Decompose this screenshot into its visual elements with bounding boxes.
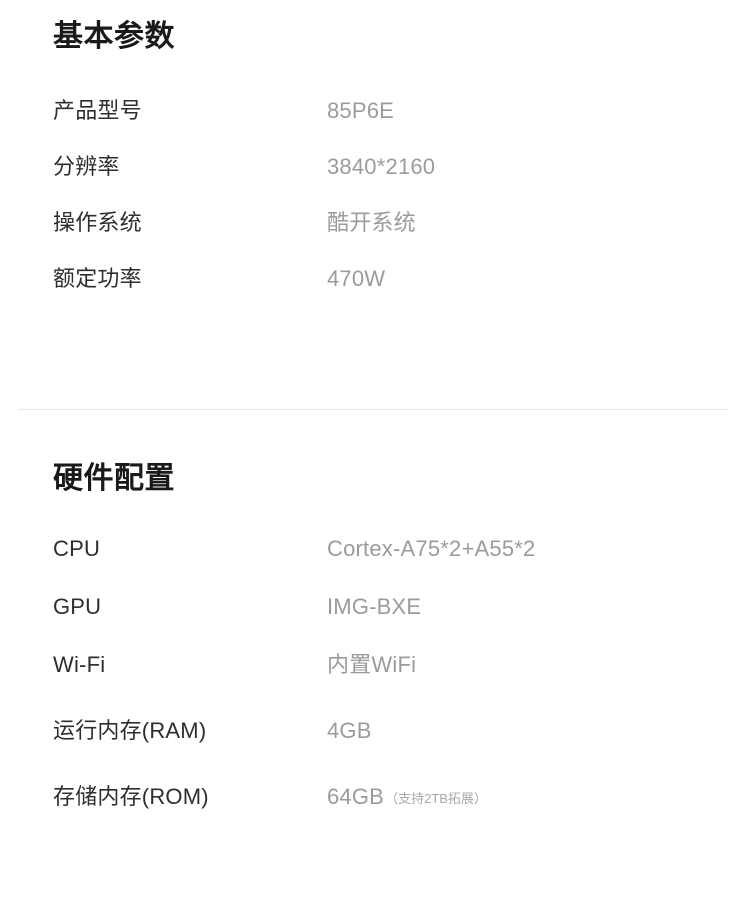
spec-label: 运行内存(RAM) [53, 718, 207, 743]
spec-value: 85P6E [327, 96, 394, 126]
section-title-basic-parameters: 基本参数 [53, 20, 175, 53]
spec-value: Cortex-A75*2+A55*2 [327, 534, 535, 564]
section-divider [18, 409, 728, 410]
spec-row: 运行内存(RAM) 4GB [0, 716, 746, 782]
spec-value-text: 85P6E [327, 98, 395, 123]
spec-value-text: Cortex-A75*2+A55*2 [327, 536, 536, 561]
spec-value-text: 内置WiFi [327, 652, 417, 677]
section-hardware-configuration: 硬件配置 CPU Cortex-A75*2+A55*2 GPU IMG-BXE … [0, 440, 746, 848]
spec-row: 操作系统 酷开系统 [0, 208, 746, 264]
spec-value-text: 470W [327, 266, 386, 291]
spec-label: 存储内存(ROM) [53, 784, 209, 809]
spec-label: 操作系统 [53, 210, 142, 235]
spec-value: 内置WiFi [327, 650, 416, 680]
spec-label: 产品型号 [53, 98, 142, 123]
spec-list-hardware-configuration: CPU Cortex-A75*2+A55*2 GPU IMG-BXE Wi-Fi… [0, 534, 746, 848]
spec-row: CPU Cortex-A75*2+A55*2 [0, 534, 746, 592]
spec-label: Wi-Fi [53, 652, 106, 677]
spec-row: 额定功率 470W [0, 264, 746, 320]
spec-value: IMG-BXE [327, 592, 421, 622]
spec-row: GPU IMG-BXE [0, 592, 746, 650]
spec-value-note: （支持2TB拓展） [385, 791, 487, 806]
spec-value-text: 酷开系统 [327, 210, 416, 235]
spec-row: 存储内存(ROM) 64GB（支持2TB拓展） [0, 782, 746, 848]
spec-row: Wi-Fi 内置WiFi [0, 650, 746, 716]
spec-row: 分辨率 3840*2160 [0, 152, 746, 208]
spec-value: 酷开系统 [327, 208, 416, 238]
spec-sheet-page: 基本参数 产品型号 85P6E 分辨率 3840*2160 操作系统 酷开系统 … [0, 0, 746, 898]
section-basic-parameters: 基本参数 产品型号 85P6E 分辨率 3840*2160 操作系统 酷开系统 … [0, 0, 746, 320]
spec-label: 额定功率 [53, 266, 142, 291]
spec-label: CPU [53, 536, 101, 561]
spec-value: 64GB（支持2TB拓展） [327, 782, 487, 814]
spec-list-basic-parameters: 产品型号 85P6E 分辨率 3840*2160 操作系统 酷开系统 额定功率 … [0, 96, 746, 320]
spec-value-text: 3840*2160 [327, 154, 436, 179]
spec-value: 3840*2160 [327, 152, 435, 182]
spec-value: 470W [327, 264, 385, 294]
spec-row: 产品型号 85P6E [0, 96, 746, 152]
section-title-hardware-configuration: 硬件配置 [53, 462, 175, 495]
spec-value-text: IMG-BXE [327, 594, 422, 619]
spec-value: 4GB [327, 716, 372, 746]
spec-label: GPU [53, 594, 102, 619]
spec-value-text: 64GB [327, 784, 385, 809]
spec-value-text: 4GB [327, 718, 372, 743]
spec-label: 分辨率 [53, 154, 120, 179]
